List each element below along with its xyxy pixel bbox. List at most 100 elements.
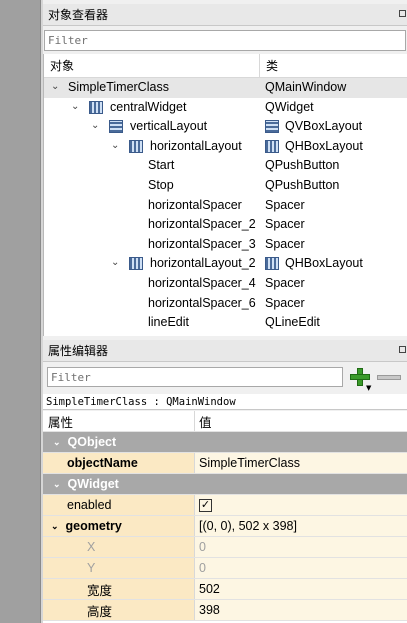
tree-row[interactable]: horizontalSpacer_2 Spacer [44, 215, 407, 235]
tree-header: 对象 类 [44, 54, 407, 78]
vbox-layout-icon [109, 120, 123, 134]
tree-row[interactable]: horizontalSpacer_4 Spacer [44, 274, 407, 294]
object-name: horizontalSpacer_6 [148, 295, 256, 310]
property-row[interactable]: ⌄ geometry [(0, 0), 502 x 398] [43, 516, 407, 537]
property-row[interactable]: objectName SimpleTimerClass [43, 453, 407, 474]
hbox-layout-icon [265, 257, 279, 271]
property-row[interactable]: 高度 398 [43, 600, 407, 621]
object-inspector-panel: 对象查看器 Filter [43, 4, 407, 51]
tree-row[interactable]: ⌄ SimpleTimerClass QMainWindow [44, 78, 407, 98]
chevron-down-icon[interactable]: ⌄ [71, 101, 79, 112]
hbox-layout-icon [129, 257, 143, 271]
tree-row[interactable]: ⌄ centralWidget QWidget [44, 98, 407, 118]
property-value[interactable]: SimpleTimerClass [195, 453, 407, 473]
widget-icon [89, 100, 103, 114]
object-name: lineEdit [148, 315, 189, 330]
column-value[interactable]: 值 [195, 411, 407, 431]
object-name: SimpleTimerClass [68, 80, 169, 94]
object-class: QWidget [265, 99, 314, 114]
object-name: Stop [148, 177, 174, 192]
object-class: Spacer [265, 295, 305, 310]
object-inspector-title-bar: 对象查看器 [43, 4, 407, 26]
property-editor-title-bar: 属性编辑器 [43, 340, 407, 362]
object-filter-input[interactable]: Filter [44, 30, 406, 51]
tree-row[interactable]: Start QPushButton [44, 156, 407, 176]
object-name: verticalLayout [130, 119, 208, 134]
object-class: Spacer [265, 236, 305, 251]
object-name: horizontalSpacer_3 [148, 236, 256, 251]
object-class: QVBoxLayout [285, 119, 363, 134]
remove-dynamic-property-button[interactable] [377, 375, 401, 380]
object-tree: 对象 类 ⌄ SimpleTimerClass QMainWindow ⌄ ce… [43, 54, 407, 336]
tree-row[interactable]: Stop QPushButton [44, 176, 407, 196]
float-icon[interactable] [399, 10, 406, 17]
float-icon[interactable] [399, 346, 406, 353]
vbox-layout-icon [265, 120, 279, 134]
chevron-down-icon[interactable]: ⌄ [111, 257, 119, 268]
property-filter-input[interactable]: Filter [47, 367, 343, 387]
tree-row[interactable]: ⌄ horizontalLayout_2 QHBoxLayout [44, 254, 407, 274]
group-label: QObject [67, 435, 117, 449]
object-class: Spacer [265, 197, 305, 212]
add-dynamic-property-button[interactable]: ▼ [349, 367, 372, 392]
object-class: QHBoxLayout [285, 138, 363, 153]
property-key: geometry [65, 519, 122, 533]
property-editor-title: 属性编辑器 [48, 344, 109, 358]
property-group-row[interactable]: ⌄ QObject [43, 432, 407, 453]
property-table-header: 属性 值 [43, 411, 407, 432]
property-row[interactable]: Y 0 [43, 558, 407, 579]
property-filter-row: Filter ▼ [43, 367, 407, 392]
object-name: horizontalLayout_2 [150, 256, 256, 271]
group-label: QWidget [67, 477, 119, 491]
property-key: enabled [43, 495, 195, 515]
tree-row[interactable]: horizontalSpacer_6 Spacer [44, 294, 407, 314]
property-key: 高度 [43, 600, 195, 620]
property-key: X [43, 537, 195, 557]
object-class: QPushButton [265, 158, 340, 173]
chevron-down-icon[interactable]: ⌄ [53, 437, 61, 448]
chevron-down-icon[interactable]: ⌄ [91, 120, 99, 131]
object-name: centralWidget [110, 99, 187, 114]
column-property[interactable]: 属性 [43, 411, 195, 431]
object-class: QHBoxLayout [285, 256, 363, 271]
property-value[interactable]: 0 [195, 558, 407, 578]
property-value[interactable]: 398 [195, 600, 407, 620]
tree-row[interactable]: lineEdit QLineEdit [44, 313, 407, 333]
object-name: horizontalSpacer_4 [148, 275, 256, 290]
property-group-row[interactable]: ⌄ QWidget [43, 474, 407, 495]
object-name: horizontalSpacer [148, 197, 242, 212]
object-class: QLineEdit [265, 315, 320, 330]
property-key: objectName [43, 453, 195, 473]
object-name: horizontalSpacer_2 [148, 217, 256, 232]
property-row[interactable]: enabled ✓ [43, 495, 407, 516]
column-object[interactable]: 对象 [44, 54, 260, 77]
tree-row[interactable]: ⌄ horizontalLayout QHBoxLayout [44, 137, 407, 157]
hbox-layout-icon [129, 139, 143, 153]
enabled-checkbox[interactable]: ✓ [199, 498, 212, 512]
object-name: Start [148, 158, 175, 173]
property-key: Y [43, 558, 195, 578]
property-key: 宽度 [43, 579, 195, 599]
object-inspector-title: 对象查看器 [48, 8, 109, 22]
object-class: QPushButton [265, 177, 340, 192]
property-value[interactable]: 0 [195, 537, 407, 557]
property-editor-panel: 属性编辑器 [43, 340, 407, 362]
property-value[interactable]: [(0, 0), 502 x 398] [195, 516, 407, 536]
property-row[interactable]: 宽度 502 [43, 579, 407, 600]
tree-row[interactable]: ⌄ verticalLayout QVBoxLayout [44, 117, 407, 137]
object-class: Spacer [265, 275, 305, 290]
chevron-down-icon[interactable]: ⌄ [111, 140, 119, 151]
object-name: horizontalLayout [150, 138, 242, 153]
chevron-down-icon[interactable]: ⌄ [51, 81, 59, 92]
chevron-down-icon[interactable]: ⌄ [51, 521, 59, 532]
tree-row[interactable]: horizontalSpacer Spacer [44, 196, 407, 216]
tree-row[interactable]: horizontalSpacer_3 Spacer [44, 235, 407, 255]
hbox-layout-icon [265, 139, 279, 153]
column-class[interactable]: 类 [260, 54, 278, 77]
chevron-down-icon[interactable]: ⌄ [53, 479, 61, 490]
object-class: QMainWindow [265, 80, 347, 94]
dropdown-arrow-icon: ▼ [366, 384, 372, 392]
object-class: Spacer [265, 217, 305, 232]
property-value[interactable]: 502 [195, 579, 407, 599]
property-row[interactable]: X 0 [43, 537, 407, 558]
